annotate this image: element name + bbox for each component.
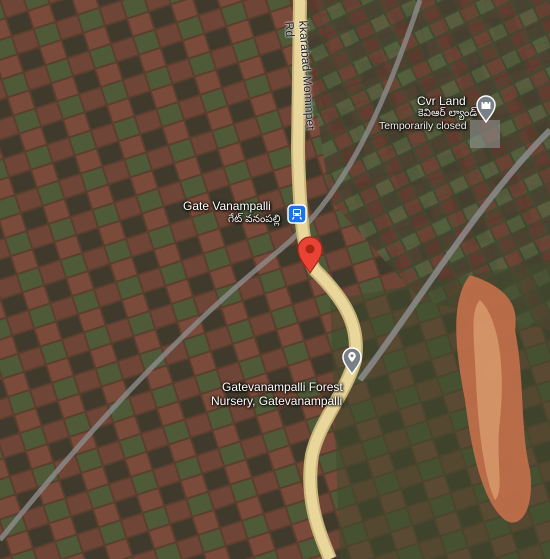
map-pin-icon [342, 347, 362, 376]
cvr-land-marker[interactable] [475, 95, 497, 124]
satellite-terrain [0, 0, 550, 559]
map-viewport[interactable]: kkarabad-Mominpet Rd Gate Vanampalli గేట… [0, 0, 550, 559]
selected-location-marker[interactable] [296, 236, 324, 275]
train-station-icon [287, 204, 307, 224]
place-label-forest-nursery-line2: Nursery, Gatevanampalli [211, 394, 343, 408]
castle-icon [476, 95, 496, 124]
transit-station-marker[interactable] [287, 204, 307, 224]
red-location-pin-icon [297, 236, 323, 275]
place-local-label-gate-vanampalli: గేట్ వనంపల్లి [228, 213, 281, 225]
place-label-gate-vanampalli[interactable]: Gate Vanampalli [183, 199, 271, 213]
place-label-forest-nursery[interactable]: Gatevanampalli Forest [222, 380, 343, 394]
place-status-cvr-land: Temporarily closed [379, 120, 467, 132]
forest-nursery-marker[interactable] [341, 347, 363, 376]
place-label-cvr-land[interactable]: Cvr Land [417, 94, 466, 108]
